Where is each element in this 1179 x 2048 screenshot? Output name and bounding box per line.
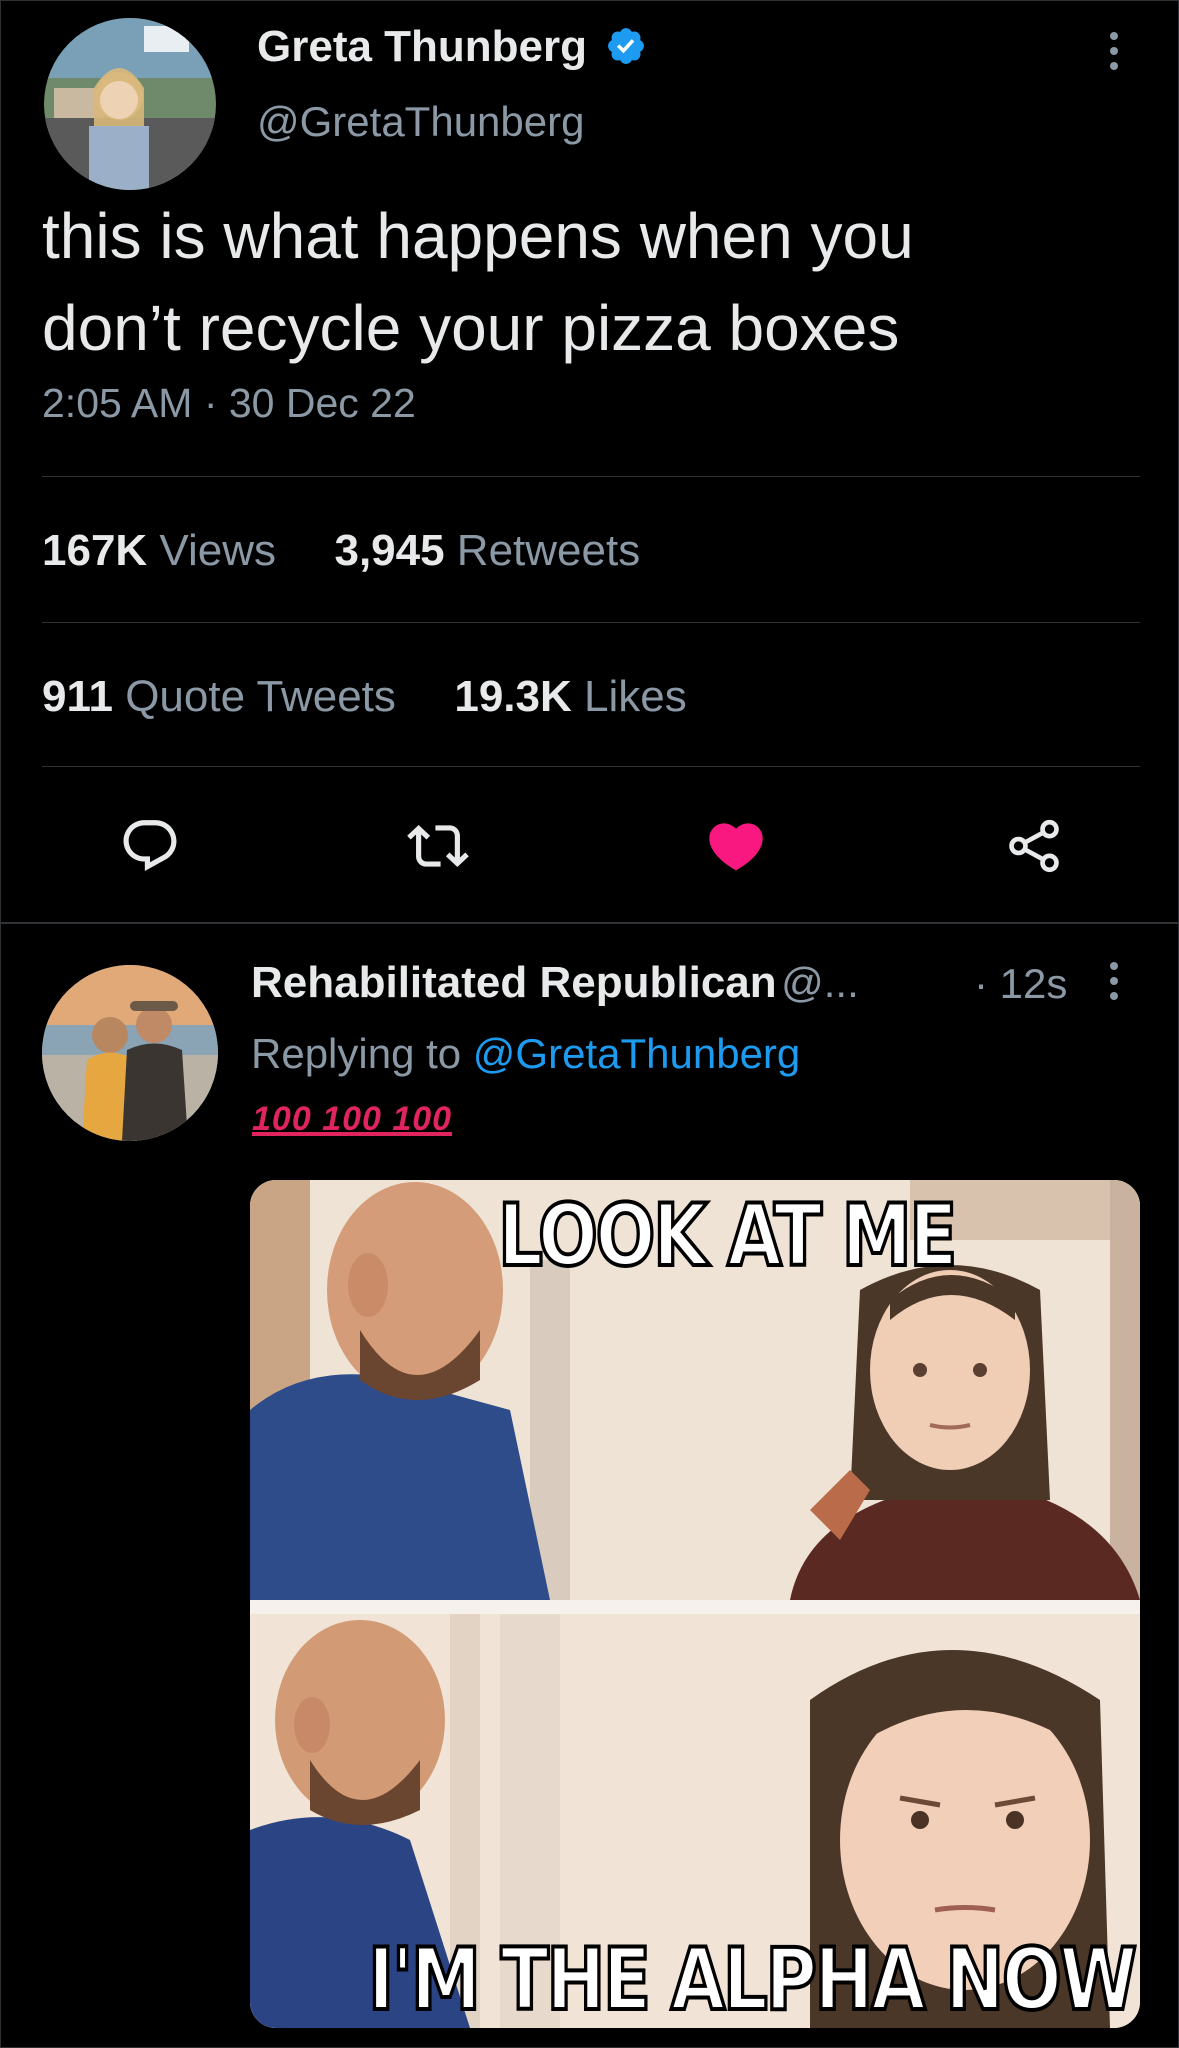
retweet-button[interactable] (398, 806, 478, 886)
quote-tweets-label: Quote Tweets (112, 672, 396, 721)
author-name-row[interactable]: Greta Thunberg (257, 22, 647, 78)
meta-separator: · (192, 380, 229, 426)
retweets-label: Retweets (444, 526, 641, 575)
reply-button[interactable] (110, 806, 190, 886)
retweets-count: 3,945 (334, 526, 445, 575)
reply-author-handle[interactable]: @... (781, 959, 859, 1006)
likes-stat[interactable]: 19.3K Likes (454, 672, 686, 721)
hundred-points-emoji: 100 100 100 (252, 1100, 453, 1138)
divider (42, 622, 1140, 623)
tweet-text: this is what happens when you don’t recy… (42, 190, 1122, 374)
author-name[interactable]: Greta Thunberg (257, 22, 587, 71)
verified-badge-icon (605, 25, 647, 78)
meme-caption-bottom: I'M THE ALPHA NOW (366, 1928, 1138, 2028)
meme-illustration (250, 1180, 1140, 2028)
views-label: Views (147, 526, 276, 575)
retweet-icon (407, 825, 469, 867)
replying-to-label: Replying to (251, 1030, 473, 1077)
tweet-timestamp[interactable]: 2:05 AM · 30 Dec 22 (42, 380, 416, 427)
divider (42, 476, 1140, 477)
stats-row-2: 911 Quote Tweets 19.3K Likes (42, 672, 687, 722)
tweet-date[interactable]: 30 Dec 22 (229, 380, 416, 426)
reply-more-options-icon[interactable] (1106, 962, 1122, 1000)
share-icon (1009, 819, 1059, 873)
heart-filled-icon (709, 823, 763, 871)
likes-count: 19.3K (454, 672, 572, 721)
retweets-stat[interactable]: 3,945 Retweets (334, 526, 640, 575)
reply-icon (123, 820, 177, 872)
reply-author-avatar[interactable] (42, 965, 218, 1141)
stats-row-1: 167K Views 3,945 Retweets (42, 526, 640, 576)
replying-to-handle[interactable]: @GretaThunberg (473, 1030, 800, 1077)
share-button[interactable] (994, 806, 1074, 886)
views-count: 167K (42, 526, 148, 575)
like-button[interactable] (696, 806, 776, 886)
reply-media-image[interactable]: LOOK AT ME I'M THE ALPHA NOW (250, 1180, 1140, 2028)
tweet-time[interactable]: 2:05 AM (42, 380, 192, 426)
tweet-separator (0, 922, 1179, 924)
author-avatar[interactable] (44, 18, 216, 190)
reply-author-name[interactable]: Rehabilitated Republican (251, 958, 777, 1007)
reply-time[interactable]: · 12s (974, 960, 1067, 1008)
author-handle[interactable]: @GretaThunberg (257, 98, 584, 146)
reply-header: Rehabilitated Republican @... (251, 958, 859, 1008)
divider (42, 766, 1140, 767)
tweet-text-line-1: this is what happens when you (42, 200, 914, 272)
more-options-icon[interactable] (1106, 32, 1122, 70)
quote-tweets-stat[interactable]: 911 Quote Tweets (42, 672, 396, 721)
meme-caption-top: LOOK AT ME (496, 1184, 959, 1288)
likes-label: Likes (571, 672, 687, 721)
views-stat[interactable]: 167K Views (42, 526, 276, 575)
replying-to: Replying to @GretaThunberg (251, 1030, 800, 1078)
tweet-text-line-2: don’t recycle your pizza boxes (42, 292, 900, 364)
quote-tweets-count: 911 (42, 672, 113, 721)
